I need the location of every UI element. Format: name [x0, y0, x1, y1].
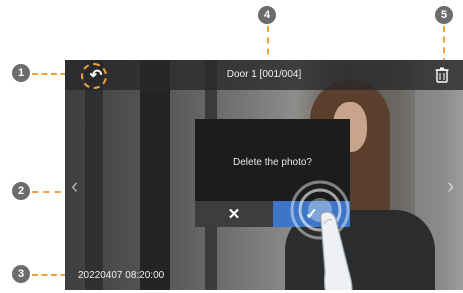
tree-trunk [140, 60, 170, 290]
photo-title: Door 1 [001/004] [226, 69, 302, 80]
chevron-right-icon[interactable]: › [447, 175, 454, 197]
chevron-left-icon[interactable]: ‹ [71, 175, 78, 197]
callout-5: 5 [435, 6, 453, 24]
cancel-button[interactable]: ✕ [195, 201, 273, 227]
callout-2: 2 [12, 182, 30, 200]
tree-trunk [85, 60, 103, 290]
callout-3: 3 [12, 265, 30, 283]
callout-4: 4 [258, 6, 276, 24]
trash-icon[interactable] [435, 67, 449, 83]
photo-viewer-screen: ↶ Door 1 [001/004] ‹ › 20220407 08:20:00… [65, 60, 463, 290]
dialog-message: Delete the photo? [233, 157, 312, 168]
photo-timestamp: 20220407 08:20:00 [78, 270, 165, 281]
finger-icon [320, 211, 353, 290]
callout-line-5 [443, 26, 445, 64]
top-bar: ↶ Door 1 [001/004] [65, 60, 463, 90]
callout-1: 1 [12, 64, 30, 82]
